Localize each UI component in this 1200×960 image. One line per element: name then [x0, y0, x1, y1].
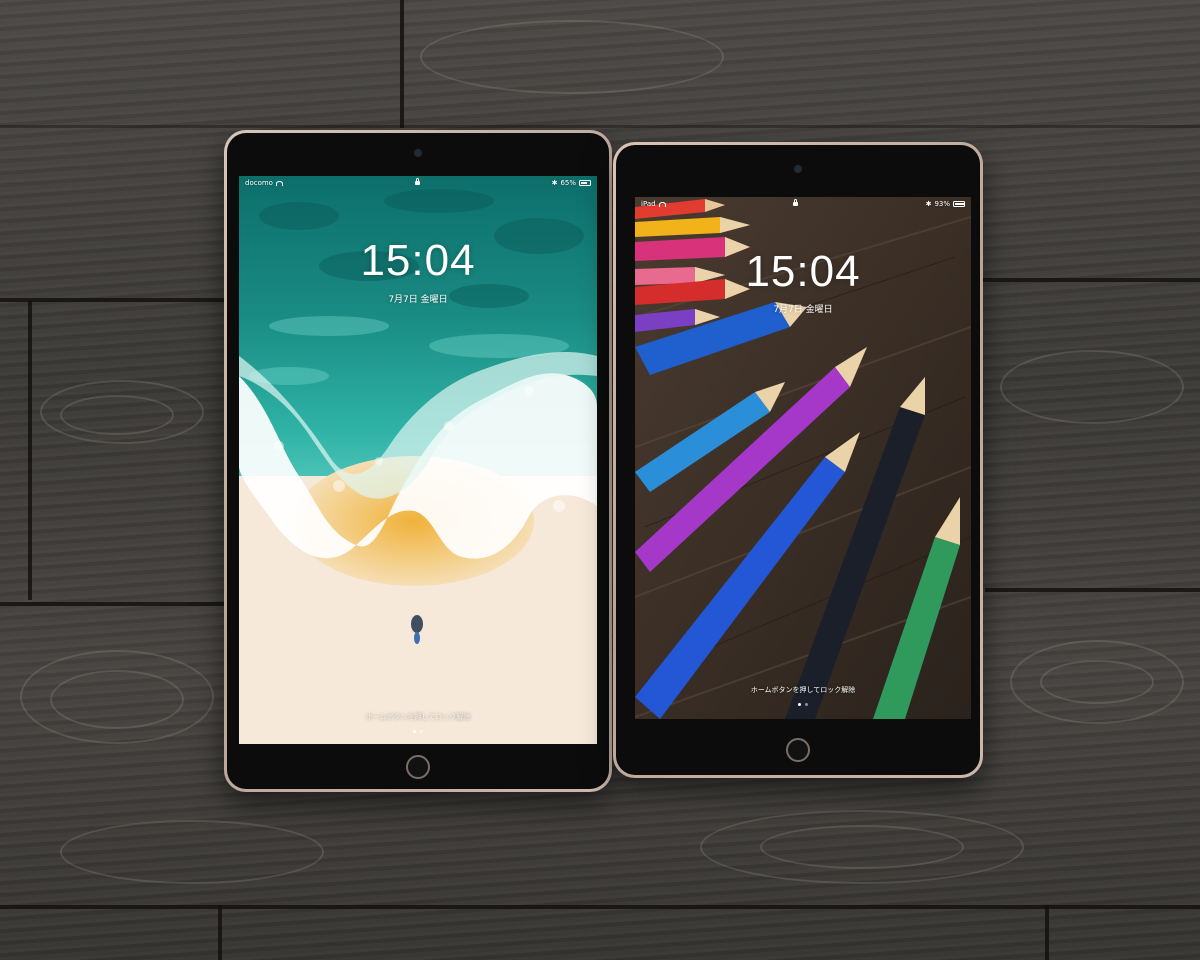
floor-seam [28, 300, 32, 600]
lock-icon [793, 199, 799, 206]
battery-fill [955, 203, 964, 205]
floor-seam [218, 905, 222, 960]
page-dot [805, 703, 808, 706]
page-dot [413, 730, 416, 733]
page-dot [798, 703, 801, 706]
floor-seam [0, 298, 230, 302]
wifi-icon [658, 201, 666, 207]
wood-knot [1000, 350, 1184, 424]
wood-knot [60, 820, 324, 884]
bluetooth-icon: ✱ [551, 179, 558, 187]
left-ipad: docomo ✱ 65% 15:04 7月7日 金曜日 ホームボタンを押してロッ… [224, 130, 612, 792]
carrier-label: iPad [641, 200, 656, 208]
wood-knot [60, 395, 174, 435]
battery-fill [581, 182, 587, 184]
home-button[interactable] [406, 755, 430, 779]
floor-seam [980, 278, 1200, 282]
battery-icon [953, 201, 965, 207]
home-button[interactable] [786, 738, 810, 762]
bluetooth-icon: ✱ [925, 200, 932, 208]
lock-icon [414, 178, 420, 185]
lock-screen[interactable]: iPad ✱ 93% 15:04 7月7日 金曜日 ホームボタンを押してロック解… [635, 197, 971, 719]
wood-knot [420, 20, 724, 94]
lock-clock: 15:04 [360, 236, 476, 285]
status-bar: iPad ✱ 93% [635, 197, 971, 211]
floor-seam [0, 905, 1200, 909]
carrier-label: docomo [245, 179, 273, 187]
lock-clock: 15:04 [745, 247, 861, 296]
unlock-hint: ホームボタンを押してロック解除 [365, 713, 471, 721]
battery-percent: 93% [934, 200, 950, 208]
floor-seam [985, 588, 1200, 592]
floor-seam [1045, 905, 1049, 960]
wifi-icon [275, 180, 283, 186]
floor-seam [400, 0, 404, 128]
page-dot [420, 730, 423, 733]
battery-icon [579, 180, 591, 186]
wood-knot [50, 670, 184, 729]
status-bar: docomo ✱ 65% [239, 176, 597, 190]
right-ipad: iPad ✱ 93% 15:04 7月7日 金曜日 ホームボタンを押してロック解… [613, 142, 983, 778]
lock-date: 7月7日 金曜日 [773, 305, 833, 315]
front-camera [795, 166, 801, 172]
unlock-hint: ホームボタンを押してロック解除 [750, 686, 856, 694]
floor-seam [0, 602, 230, 606]
wood-knot [1040, 660, 1154, 704]
lock-screen[interactable]: docomo ✱ 65% 15:04 7月7日 金曜日 ホームボタンを押してロッ… [239, 176, 597, 744]
wood-knot [760, 825, 964, 869]
lock-date: 7月7日 金曜日 [388, 295, 448, 305]
page-indicator [635, 703, 971, 706]
floor-seam [0, 125, 1200, 128]
battery-percent: 65% [560, 179, 576, 187]
page-indicator [239, 730, 597, 733]
front-camera [415, 150, 421, 156]
